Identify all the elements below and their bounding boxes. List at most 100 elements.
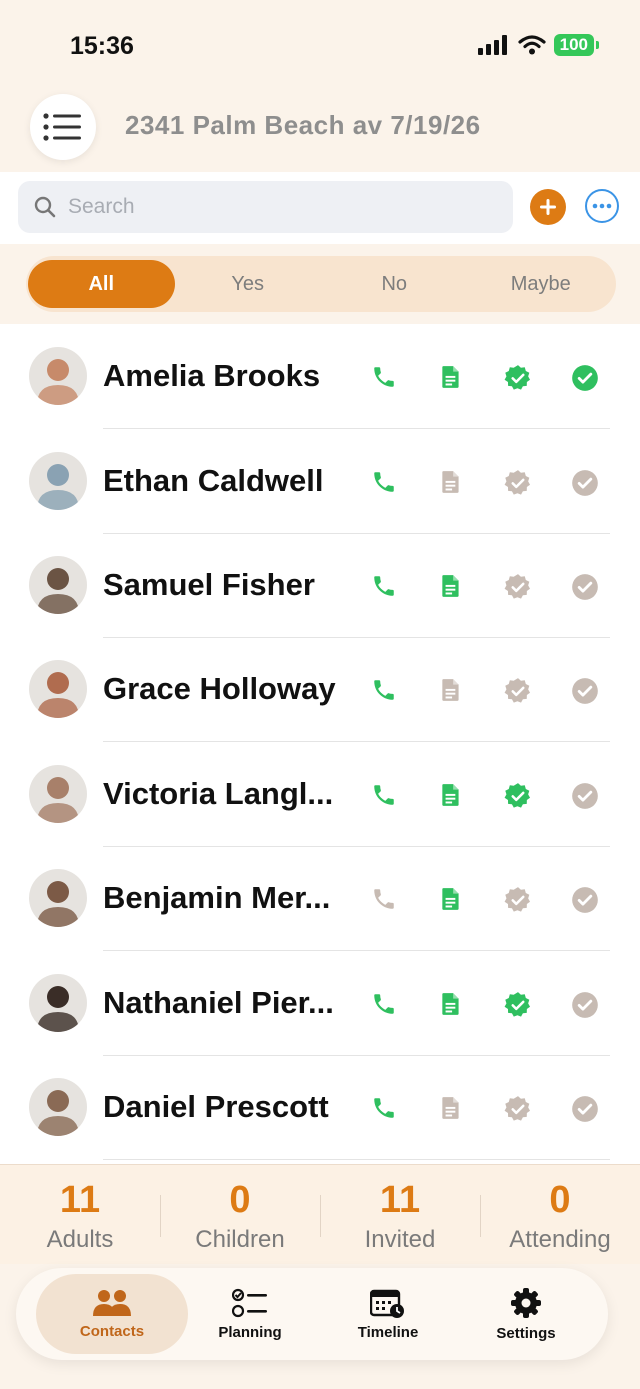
divider [103,1159,610,1160]
contact-name: Samuel Fisher [103,567,315,602]
contact-row[interactable]: Benjamin Mer... [0,846,640,951]
phone-icon[interactable] [371,573,397,599]
page-title: 2341 Palm Beach av 7/19/26 [125,110,481,140]
stat-value: 0 [229,1179,251,1221]
stat-label: Attending [509,1226,611,1253]
tab-timeline[interactable]: Timeline [312,1274,464,1354]
search-bar: Search [0,172,640,244]
stat-adults: 11 Adults [0,1165,160,1254]
avatar [29,660,87,718]
verified-badge-icon[interactable] [504,782,531,808]
filter-all[interactable]: All [28,260,175,308]
document-icon[interactable] [438,991,464,1017]
stat-value: 11 [59,1179,101,1221]
stat-label: Adults [46,1226,114,1253]
verified-badge-icon[interactable] [504,991,531,1017]
gear-icon [511,1287,541,1318]
check-circle-icon[interactable] [571,1095,598,1122]
contact-name: Amelia Brooks [103,358,321,393]
document-icon[interactable] [438,364,464,390]
filter-bar: All Yes No Maybe [0,244,640,324]
verified-badge-icon[interactable] [504,364,531,390]
check-circle-icon[interactable] [571,991,598,1018]
contact-name: Benjamin Mer... [103,880,331,915]
verified-badge-icon[interactable] [504,469,531,495]
phone-icon[interactable] [371,991,397,1017]
phone-icon[interactable] [371,364,397,390]
filter-no[interactable]: No [321,260,468,308]
avatar [29,1078,87,1136]
search-placeholder: Search [68,195,135,218]
avatar [29,869,87,927]
phone-icon[interactable] [371,782,397,808]
contact-row[interactable]: Nathaniel Pier... [0,951,640,1056]
calendar-clock-icon [370,1289,404,1318]
tab-planning[interactable]: Planning [174,1274,326,1354]
plus-icon [540,199,556,215]
header: 2341 Palm Beach av 7/19/26 [0,92,640,172]
contact-row[interactable]: Ethan Caldwell [0,429,640,534]
list-icon [43,113,81,141]
check-circle-icon[interactable] [571,886,598,913]
contact-name: Grace Holloway [103,671,336,706]
check-circle-icon[interactable] [571,573,598,600]
status-icons: 100 [477,34,600,56]
people-icon [93,1289,131,1316]
contact-name: Victoria Langl... [103,776,334,811]
wifi-icon [518,35,546,55]
phone-icon[interactable] [371,886,397,912]
filter-maybe[interactable]: Maybe [468,260,615,308]
verified-badge-icon[interactable] [504,1095,531,1121]
signal-icon [477,35,507,55]
tab-label: Settings [496,1324,556,1342]
tab-label: Planning [218,1323,282,1341]
contact-row[interactable]: Victoria Langl... [0,742,640,847]
verified-badge-icon[interactable] [504,886,531,912]
checklist-icon [232,1288,267,1317]
document-icon[interactable] [438,782,464,808]
tab-settings[interactable]: Settings [450,1274,602,1354]
add-contact-button[interactable] [530,189,566,225]
check-circle-icon[interactable] [571,677,598,704]
document-icon[interactable] [438,573,464,599]
document-icon[interactable] [438,469,464,495]
contact-row[interactable]: Grace Holloway [0,637,640,742]
battery-indicator: 100 [553,34,600,56]
tab-bar: Contacts Planning Timeline Settings [16,1268,608,1360]
tab-label: Timeline [357,1323,419,1341]
contact-row[interactable]: Daniel Prescott [0,1055,640,1160]
document-icon[interactable] [438,1095,464,1121]
search-icon [34,196,56,218]
status-time: 15:36 [70,32,134,60]
verified-badge-icon[interactable] [504,573,531,599]
contact-list: Amelia Brooks Ethan Caldwell Samuel Fish… [0,324,640,1164]
contact-row[interactable]: Amelia Brooks [0,324,640,429]
check-circle-icon[interactable] [571,469,598,496]
tab-contacts[interactable]: Contacts [36,1274,188,1354]
status-bar: 15:36 100 [0,0,640,92]
stat-attending: 0 Attending [480,1165,640,1254]
stat-label: Children [195,1226,285,1253]
stat-label: Invited [364,1226,436,1253]
search-input[interactable]: Search [18,181,513,233]
avatar [29,765,87,823]
document-icon[interactable] [438,886,464,912]
verified-badge-icon[interactable] [504,677,531,703]
menu-button[interactable] [30,94,96,160]
more-options-button[interactable] [585,189,619,223]
check-circle-icon[interactable] [571,364,598,391]
tab-label: Contacts [79,1322,145,1340]
document-icon[interactable] [438,677,464,703]
ellipsis-icon [592,203,612,209]
avatar [29,347,87,405]
stat-children: 0 Children [160,1165,320,1254]
check-circle-icon[interactable] [571,782,598,809]
contact-name: Ethan Caldwell [103,463,324,498]
phone-icon[interactable] [371,469,397,495]
avatar [29,452,87,510]
phone-icon[interactable] [371,1095,397,1121]
stat-value: 11 [379,1179,421,1221]
filter-yes[interactable]: Yes [175,260,322,308]
contact-row[interactable]: Samuel Fisher [0,533,640,638]
phone-icon[interactable] [371,677,397,703]
